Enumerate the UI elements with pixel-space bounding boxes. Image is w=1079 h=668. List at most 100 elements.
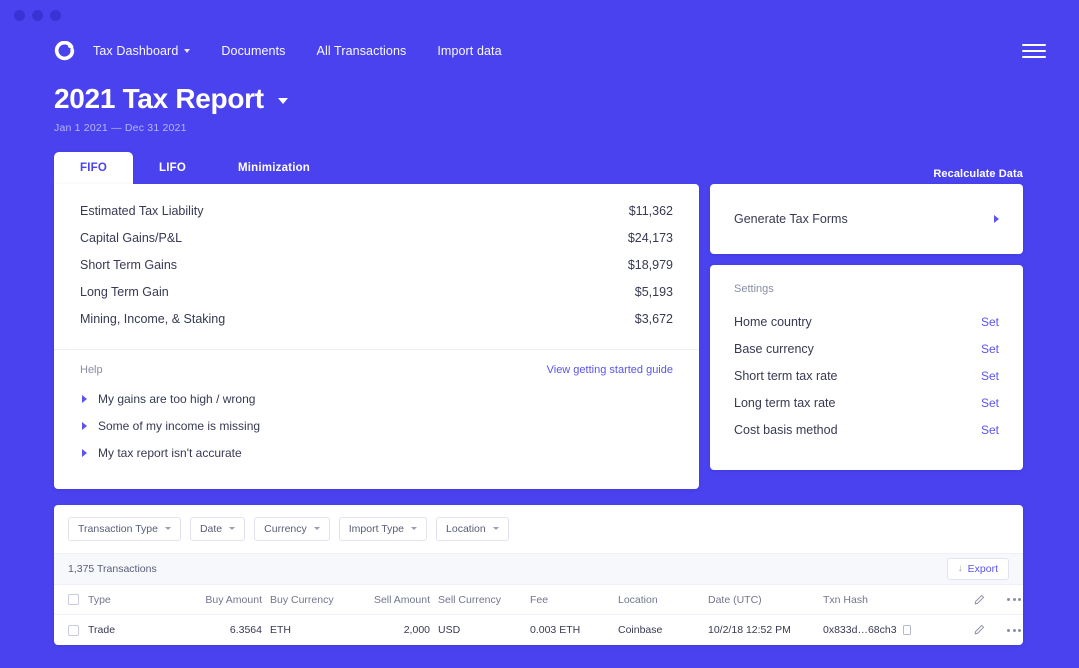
- export-button-label: Export: [968, 563, 998, 575]
- nav-link-all-transactions[interactable]: All Transactions: [317, 44, 407, 58]
- chevron-right-icon: [82, 449, 87, 457]
- select-all-checkbox[interactable]: [68, 594, 79, 605]
- hamburger-menu-icon[interactable]: [1022, 44, 1046, 58]
- page-header: 2021 Tax Report Jan 1 2021 — Dec 31 2021: [0, 72, 1079, 134]
- help-item-label: My gains are too high / wrong: [98, 392, 255, 406]
- column-header-fee[interactable]: Fee: [526, 585, 614, 615]
- chevron-down-icon: [165, 527, 171, 530]
- page-title: 2021 Tax Report: [54, 84, 1079, 115]
- help-item-report-inaccurate[interactable]: My tax report isn't accurate: [80, 440, 673, 467]
- nav-link-label: Import data: [437, 44, 501, 58]
- maximize-window-button[interactable]: [50, 10, 61, 21]
- nav-link-documents[interactable]: Documents: [221, 44, 285, 58]
- transactions-table-head: Type Buy Amount Buy Currency Sell Amount…: [54, 585, 1023, 615]
- copy-icon[interactable]: [903, 625, 911, 635]
- transactions-table: Type Buy Amount Buy Currency Sell Amount…: [54, 585, 1023, 645]
- set-long-term-tax-rate-link[interactable]: Set: [981, 396, 999, 410]
- filter-label: Currency: [264, 523, 307, 535]
- cell-more: [1003, 615, 1023, 645]
- main-content: Estimated Tax Liability $11,362 Capital …: [0, 184, 1079, 489]
- settings-label: Home country: [734, 315, 812, 329]
- cell-date: 10/2/18 12:52 PM: [704, 615, 819, 645]
- edit-pencil-icon[interactable]: [973, 594, 985, 606]
- filter-label: Location: [446, 523, 486, 535]
- set-base-currency-link[interactable]: Set: [981, 342, 999, 356]
- filter-location[interactable]: Location: [436, 517, 509, 541]
- chevron-down-icon: [493, 527, 499, 530]
- edit-pencil-icon[interactable]: [973, 624, 985, 636]
- nav-link-tax-dashboard[interactable]: Tax Dashboard: [93, 44, 190, 58]
- generate-tax-forms-card[interactable]: Generate Tax Forms: [710, 184, 1023, 254]
- nav-link-label: Documents: [221, 44, 285, 58]
- help-item-label: My tax report isn't accurate: [98, 446, 242, 460]
- right-column: Generate Tax Forms Settings Home country…: [710, 184, 1023, 470]
- row-select-cell: [54, 615, 84, 645]
- nav-link-label: All Transactions: [317, 44, 407, 58]
- column-header-txn-hash[interactable]: Txn Hash: [819, 585, 969, 615]
- help-section: Help View getting started guide My gains…: [54, 349, 699, 489]
- cointracker-logo-icon[interactable]: [54, 41, 75, 62]
- help-title: Help: [80, 364, 103, 376]
- column-header-buy-currency[interactable]: Buy Currency: [266, 585, 354, 615]
- settings-label: Long term tax rate: [734, 396, 835, 410]
- left-column: Estimated Tax Liability $11,362 Capital …: [54, 184, 699, 489]
- column-header-date[interactable]: Date (UTC): [704, 585, 819, 615]
- help-header: Help View getting started guide: [80, 364, 673, 376]
- chevron-right-icon: [82, 422, 87, 430]
- cell-sell-currency: USD: [434, 615, 526, 645]
- recalculate-data-link[interactable]: Recalculate Data: [933, 168, 1023, 184]
- summary-value: $24,173: [628, 231, 673, 245]
- filter-import-type[interactable]: Import Type: [339, 517, 427, 541]
- cell-txn-hash: 0x833d…68ch3: [819, 615, 969, 645]
- set-cost-basis-method-link[interactable]: Set: [981, 423, 999, 437]
- filter-label: Date: [200, 523, 222, 535]
- select-all-header: [54, 585, 84, 615]
- close-window-button[interactable]: [14, 10, 25, 21]
- summary-value: $11,362: [629, 204, 673, 218]
- more-options-icon[interactable]: [1007, 629, 1023, 632]
- tab-lifo[interactable]: LIFO: [133, 152, 212, 184]
- report-date-range: Jan 1 2021 — Dec 31 2021: [54, 122, 1079, 134]
- tab-minimization[interactable]: Minimization: [212, 152, 336, 184]
- table-row[interactable]: Trade 6.3564 ETH 2,000 USD 0.003 ETH Coi…: [54, 615, 1023, 645]
- filter-label: Transaction Type: [78, 523, 158, 535]
- filter-label: Import Type: [349, 523, 404, 535]
- help-item-gains-too-high[interactable]: My gains are too high / wrong: [80, 386, 673, 413]
- column-header-type[interactable]: Type: [84, 585, 176, 615]
- nav-link-import-data[interactable]: Import data: [437, 44, 501, 58]
- transactions-meta-bar: 1,375 Transactions ↓ Export: [54, 553, 1023, 585]
- column-header-buy-amount[interactable]: Buy Amount: [176, 585, 266, 615]
- hamburger-line: [1022, 50, 1046, 52]
- chevron-right-icon: [994, 215, 999, 223]
- cost-basis-tabs: FIFO LIFO Minimization: [54, 152, 336, 184]
- minimize-window-button[interactable]: [32, 10, 43, 21]
- help-item-income-missing[interactable]: Some of my income is missing: [80, 413, 673, 440]
- more-options-icon[interactable]: [1007, 598, 1023, 601]
- summary-label: Mining, Income, & Staking: [80, 312, 225, 326]
- summary-row: Short Term Gains $18,979: [54, 252, 699, 279]
- filter-transaction-type[interactable]: Transaction Type: [68, 517, 181, 541]
- column-header-sell-amount[interactable]: Sell Amount: [354, 585, 434, 615]
- settings-title: Settings: [734, 283, 999, 295]
- filter-currency[interactable]: Currency: [254, 517, 330, 541]
- getting-started-guide-link[interactable]: View getting started guide: [547, 364, 673, 376]
- row-checkbox[interactable]: [68, 625, 79, 636]
- help-item-label: Some of my income is missing: [98, 419, 260, 433]
- tab-fifo[interactable]: FIFO: [54, 152, 133, 184]
- set-short-term-tax-rate-link[interactable]: Set: [981, 369, 999, 383]
- column-header-location[interactable]: Location: [614, 585, 704, 615]
- report-selector-chevron-down-icon[interactable]: [278, 98, 288, 104]
- summary-value: $18,979: [628, 258, 673, 272]
- column-header-sell-currency[interactable]: Sell Currency: [434, 585, 526, 615]
- settings-row-home-country: Home country Set: [734, 309, 999, 336]
- transactions-table-body: Trade 6.3564 ETH 2,000 USD 0.003 ETH Coi…: [54, 615, 1023, 645]
- cell-buy-amount: 6.3564: [176, 615, 266, 645]
- hamburger-line: [1022, 56, 1046, 58]
- top-navigation-bar: Tax Dashboard Documents All Transactions…: [0, 30, 1079, 72]
- settings-label: Cost basis method: [734, 423, 838, 437]
- set-home-country-link[interactable]: Set: [981, 315, 999, 329]
- summary-value: $5,193: [635, 285, 673, 299]
- filter-date[interactable]: Date: [190, 517, 245, 541]
- export-button[interactable]: ↓ Export: [947, 558, 1009, 580]
- txn-hash-wrapper: 0x833d…68ch3: [823, 624, 965, 636]
